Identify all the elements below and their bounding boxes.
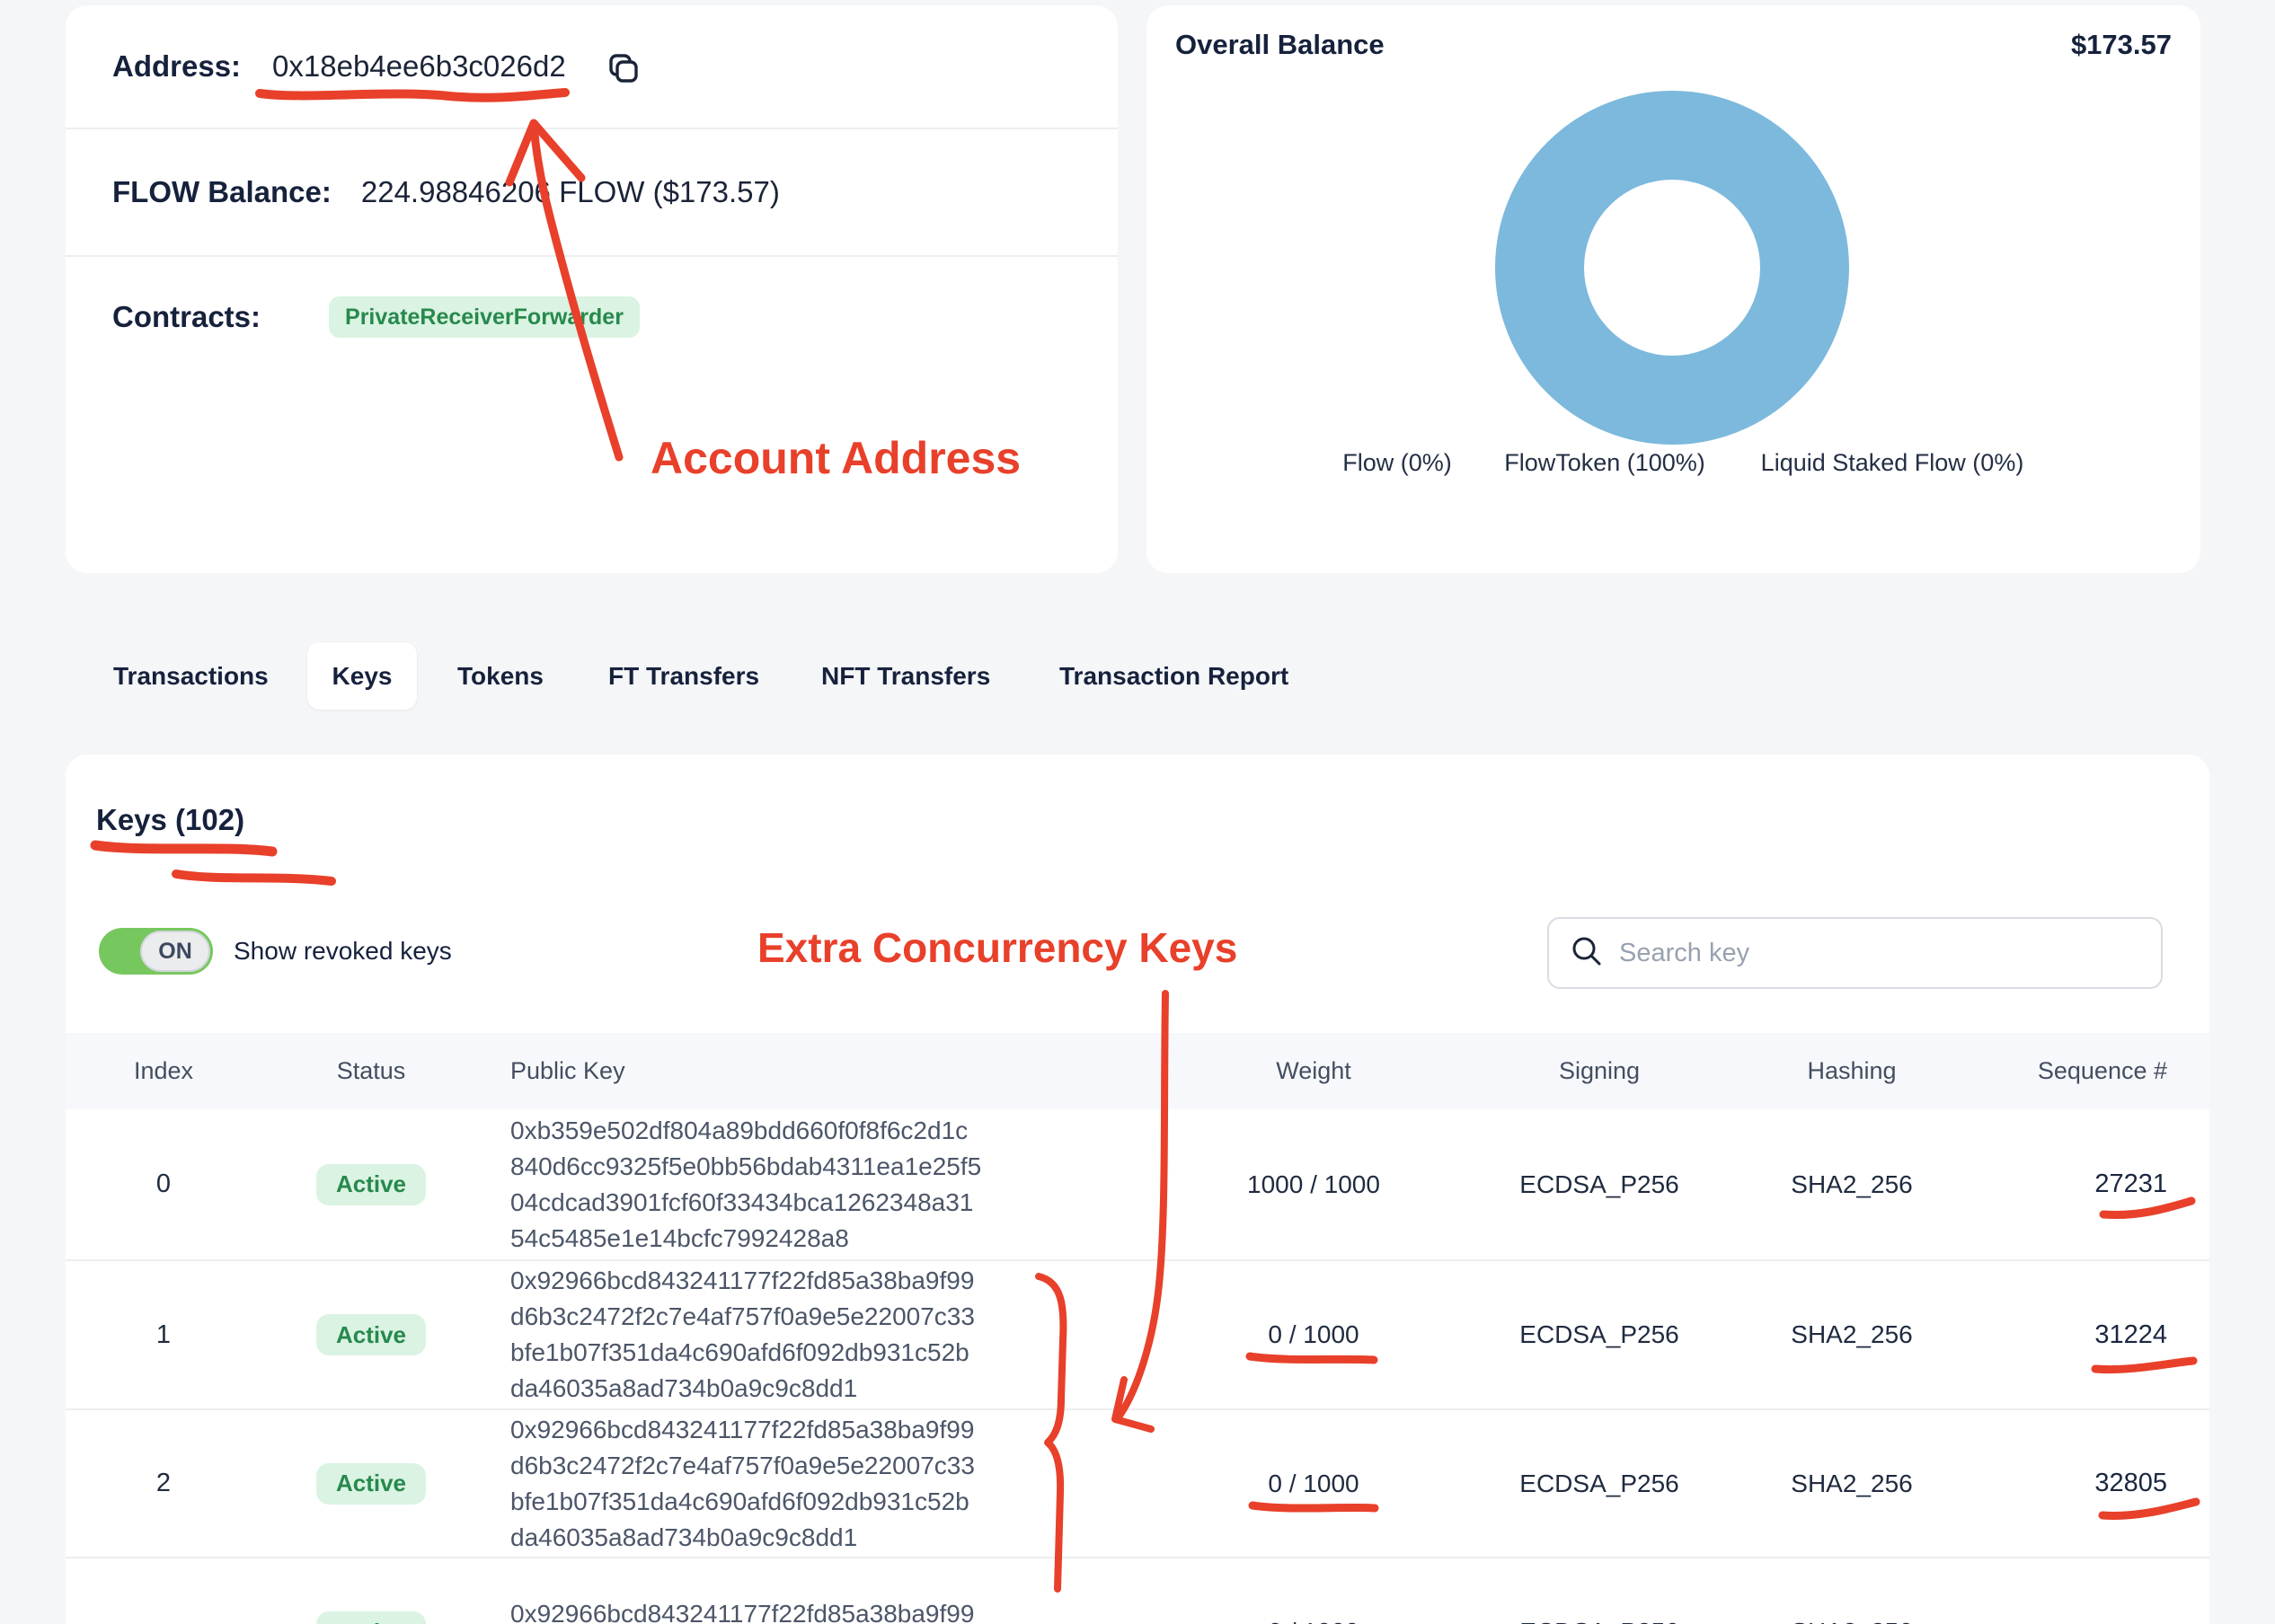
key-weight: 0 / 1000 (1268, 1470, 1359, 1498)
key-signing: ECDSA_P256 (1519, 1618, 1678, 1624)
balance-card-title: Overall Balance (1175, 29, 1385, 61)
public-key[interactable]: 0x92966bcd843241177f22fd85a38ba9f99d6b3c… (510, 1263, 975, 1407)
key-hashing: SHA2_256 (1791, 1320, 1912, 1349)
flow-balance-row: FLOW Balance: 224.98846206 FLOW ($173.57… (112, 129, 1091, 255)
key-hashing: SHA2_256 (1791, 1618, 1912, 1624)
tab-ft-transfers[interactable]: FT Transfers (608, 642, 759, 710)
search-input[interactable] (1619, 939, 2139, 968)
legend-flowtoken[interactable]: FlowToken (100%) (1504, 449, 1705, 477)
show-revoked-keys-toggle[interactable]: ON (99, 928, 213, 975)
public-key[interactable]: 0x92966bcd843241177f22fd85a38ba9f99d6b3c… (510, 1412, 975, 1556)
header-public-key: Public Key (510, 1033, 1085, 1109)
header-signing: Signing (1465, 1033, 1734, 1109)
address-value: 0x18eb4ee6b3c026d2 (272, 49, 566, 84)
table-row: 0 Active 0xb359e502df804a89bdd660f0f8f6c… (66, 1109, 2209, 1259)
status-badge: Active (316, 1314, 426, 1355)
search-icon (1571, 935, 1603, 972)
tab-keys[interactable]: Keys (307, 642, 417, 710)
header-weight: Weight (1165, 1033, 1462, 1109)
account-info-card: Address: 0x18eb4ee6b3c026d2 FLOW Balance… (66, 5, 1118, 573)
keys-panel: Keys (102) ON Show revoked keys Extra Co… (66, 755, 2209, 1624)
contracts-label: Contracts: (112, 300, 261, 334)
tab-tokens[interactable]: Tokens (457, 642, 544, 710)
flow-balance-label: FLOW Balance: (112, 175, 332, 209)
key-weight: 1000 / 1000 (1247, 1170, 1380, 1199)
address-label: Address: (112, 49, 241, 84)
show-revoked-keys-label: Show revoked keys (234, 937, 452, 966)
key-hashing: SHA2_256 (1791, 1170, 1912, 1199)
table-row: Active 0x92966bcd843241177f22fd85a38ba9f… (66, 1557, 2209, 1624)
key-sequence: 32805 (2094, 1469, 2167, 1498)
key-signing: ECDSA_P256 (1519, 1170, 1678, 1199)
key-signing: ECDSA_P256 (1519, 1320, 1678, 1349)
public-key[interactable]: 0xb359e502df804a89bdd660f0f8f6c2d1c840d6… (510, 1113, 981, 1257)
key-sequence: 31224 (2094, 1320, 2167, 1350)
balance-total: $173.57 (2071, 29, 2172, 61)
header-status: Status (261, 1033, 481, 1109)
status-badge: Active (316, 1611, 426, 1624)
tab-nft-transfers[interactable]: NFT Transfers (821, 642, 990, 710)
key-index: 2 (156, 1469, 171, 1498)
key-index: 0 (156, 1169, 171, 1199)
header-index: Index (66, 1033, 261, 1109)
overall-balance-card: Overall Balance $173.57 Flow (0%) FlowTo… (1146, 5, 2200, 573)
legend-flow[interactable]: Flow (0%) (1342, 449, 1452, 477)
flow-balance-value: 224.98846206 FLOW ($173.57) (361, 175, 780, 209)
keys-section-title: Keys (102) (96, 803, 244, 837)
contracts-row: Contracts: PrivateReceiverForwarder (112, 257, 1091, 377)
legend-liquid-staked-flow[interactable]: Liquid Staked Flow (0%) (1761, 449, 2024, 477)
key-sequence: 27231 (2094, 1169, 2167, 1199)
key-weight: 0 / 1000 (1268, 1618, 1359, 1624)
key-hashing: SHA2_256 (1791, 1470, 1912, 1498)
tab-transaction-report[interactable]: Transaction Report (1059, 642, 1288, 710)
header-sequence: Sequence # (1934, 1033, 2167, 1109)
key-weight: 0 / 1000 (1268, 1320, 1359, 1349)
copy-icon (604, 75, 640, 89)
status-badge: Active (316, 1463, 426, 1505)
table-row: 1 Active 0x92966bcd843241177f22fd85a38ba… (66, 1259, 2209, 1408)
key-search-box[interactable] (1547, 917, 2163, 989)
public-key[interactable]: 0x92966bcd843241177f22fd85a38ba9f99d6b3c… (510, 1596, 975, 1624)
table-row: 2 Active 0x92966bcd843241177f22fd85a38ba… (66, 1408, 2209, 1557)
tab-transactions[interactable]: Transactions (113, 642, 269, 710)
status-badge: Active (316, 1164, 426, 1205)
toggle-knob[interactable]: ON (140, 931, 210, 972)
annotation-account-address: Account Address (651, 432, 1021, 484)
key-signing: ECDSA_P256 (1519, 1470, 1678, 1498)
table-header: Index Status Public Key Weight Signing H… (66, 1033, 2209, 1109)
copy-address-button[interactable] (604, 50, 640, 86)
address-row: Address: 0x18eb4ee6b3c026d2 (112, 5, 1091, 128)
annotation-extra-concurrency-keys: Extra Concurrency Keys (757, 923, 1237, 972)
contract-badge[interactable]: PrivateReceiverForwarder (329, 296, 640, 338)
balance-donut-chart (1495, 91, 1849, 445)
key-index: 1 (156, 1320, 171, 1350)
